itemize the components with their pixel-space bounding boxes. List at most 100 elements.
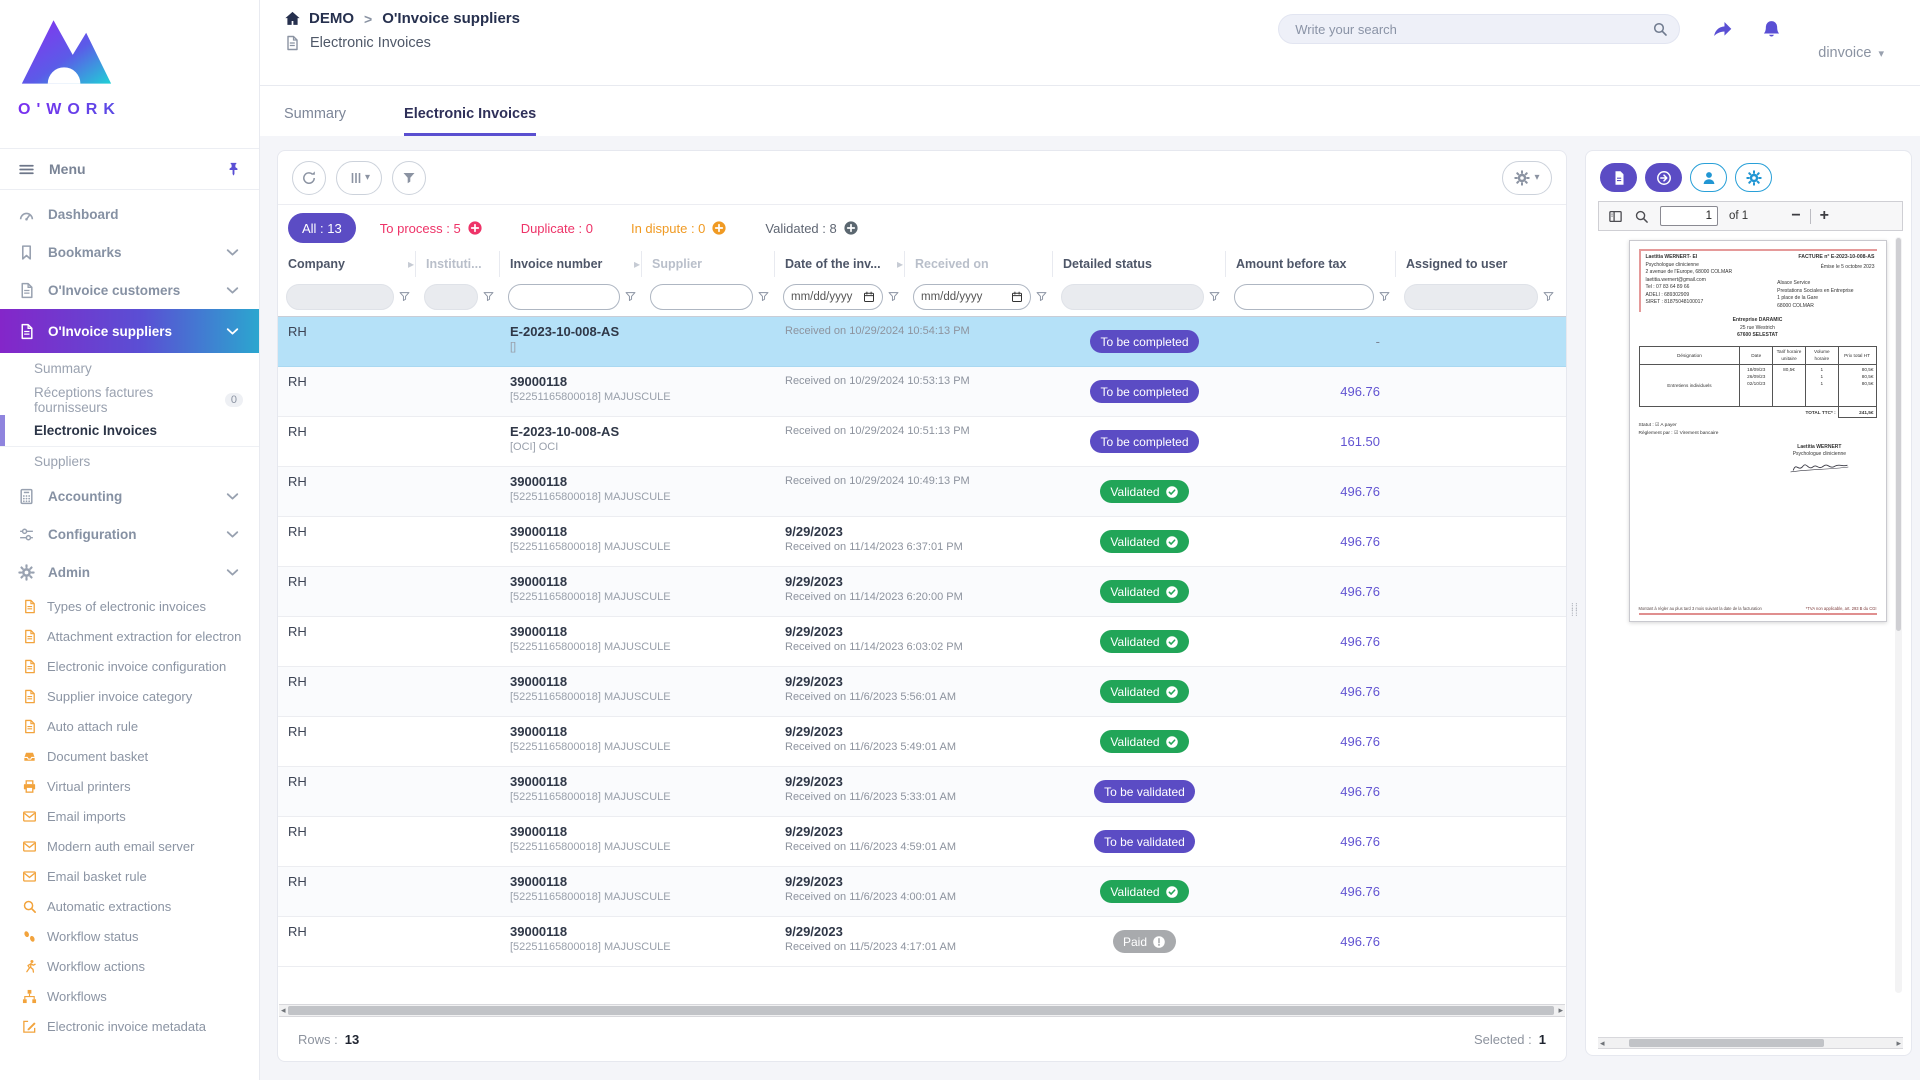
amount-link[interactable]: 496.76	[1340, 534, 1380, 549]
funnel-icon[interactable]	[1542, 290, 1555, 303]
funnel-icon[interactable]	[398, 290, 411, 303]
column-header-instituti[interactable]: Instituti...	[416, 251, 500, 277]
user-menu[interactable]: dinvoice ▾	[1818, 21, 1884, 85]
scrollbar-thumb[interactable]	[1629, 1039, 1824, 1047]
amount-link[interactable]: 496.76	[1340, 734, 1380, 749]
table-row[interactable]: RH39000118[52251165800018] MAJUSCULE9/29…	[278, 567, 1566, 617]
sidebar-admin-item-types-of-electronic-invoices[interactable]: Types of electronic invoices	[0, 591, 259, 621]
table-row[interactable]: RH39000118[52251165800018] MAJUSCULE9/29…	[278, 667, 1566, 717]
sidebar-subitem-suppliers[interactable]: Suppliers	[0, 446, 259, 477]
home-icon[interactable]	[284, 10, 301, 27]
panel-resize-handle[interactable]: ⁞⁞⁞⁞	[1571, 606, 1579, 616]
share-icon[interactable]	[1712, 19, 1733, 40]
table-row[interactable]: RH39000118[52251165800018] MAJUSCULE9/29…	[278, 867, 1566, 917]
page-number-input[interactable]	[1660, 206, 1718, 226]
scroll-left-icon[interactable]: ◂	[1600, 1038, 1605, 1049]
column-header-invoice-number[interactable]: Invoice number▸	[500, 251, 642, 277]
sidebar-item-o-invoice-suppliers[interactable]: O'Invoice suppliers	[0, 309, 259, 353]
amount-link[interactable]: 496.76	[1340, 634, 1380, 649]
amount-link[interactable]: 496.76	[1340, 934, 1380, 949]
sidebar-admin-item-email-basket-rule[interactable]: Email basket rule	[0, 861, 259, 891]
table-row[interactable]: RH39000118[52251165800018] MAJUSCULE9/29…	[278, 917, 1566, 967]
table-row[interactable]: RH39000118[52251165800018] MAJUSCULE9/29…	[278, 717, 1566, 767]
filter-pill-validated[interactable]: Validated : 8	[751, 213, 872, 243]
funnel-icon[interactable]	[887, 290, 900, 303]
assign-user-button[interactable]	[1690, 163, 1727, 192]
table-row[interactable]: RH39000118[52251165800018] MAJUSCULE9/29…	[278, 617, 1566, 667]
scroll-left-icon[interactable]: ◂	[281, 1005, 286, 1016]
sidebar-item-o-invoice-customers[interactable]: O'Invoice customers	[0, 271, 259, 309]
filter-select-assigned-to-user[interactable]	[1404, 284, 1538, 310]
sidebar-admin-item-workflow-status[interactable]: Workflow status	[0, 921, 259, 951]
sidebar-admin-item-virtual-printers[interactable]: Virtual printers	[0, 771, 259, 801]
filter-pill-duplicate[interactable]: Duplicate : 0	[507, 213, 607, 243]
table-row[interactable]: RH39000118[52251165800018] MAJUSCULERece…	[278, 367, 1566, 417]
filter-input-supplier[interactable]	[650, 284, 753, 310]
filter-select-company[interactable]	[286, 284, 394, 310]
column-header-date-of-the-inv[interactable]: Date of the inv...▸	[775, 251, 905, 277]
sidebar-admin-item-electronic-invoice-configuration[interactable]: Electronic invoice configuration	[0, 651, 259, 681]
tab-electronic-invoices[interactable]: Electronic Invoices	[404, 106, 536, 136]
funnel-icon[interactable]	[1378, 290, 1391, 303]
tab-summary[interactable]: Summary	[284, 106, 346, 136]
column-header-received-on[interactable]: Received on	[905, 251, 1053, 277]
refresh-button[interactable]	[292, 161, 326, 195]
amount-link[interactable]: 496.76	[1340, 834, 1380, 849]
sidebar-item-admin[interactable]: Admin	[0, 553, 259, 591]
filter-date-received-on[interactable]: mm/dd/yyyy	[913, 284, 1031, 310]
find-in-document-icon[interactable]	[1634, 209, 1649, 224]
scroll-right-icon[interactable]: ▸	[1896, 1038, 1901, 1049]
sidebar-admin-item-automatic-extractions[interactable]: Automatic extractions	[0, 891, 259, 921]
sidebar-toggle-icon[interactable]	[1608, 209, 1623, 224]
viewer-settings-button[interactable]	[1735, 163, 1772, 192]
column-header-detailed-status[interactable]: Detailed status	[1053, 251, 1226, 277]
breadcrumb-section[interactable]: O'Invoice suppliers	[382, 10, 520, 27]
amount-link[interactable]: 161.50	[1340, 434, 1380, 449]
scrollbar-thumb[interactable]	[288, 1006, 1554, 1015]
open-invoice-button[interactable]	[1645, 163, 1682, 192]
table-horizontal-scrollbar[interactable]: ◂ ▸	[279, 1004, 1565, 1017]
sidebar-item-bookmarks[interactable]: Bookmarks	[0, 233, 259, 271]
filter-pill-all[interactable]: All : 13	[288, 213, 356, 243]
sidebar-subitem-electronic-invoices[interactable]: Electronic Invoices	[0, 415, 259, 446]
column-header-amount-before-tax[interactable]: Amount before tax	[1226, 251, 1396, 277]
sidebar-admin-item-workflow-actions[interactable]: Workflow actions	[0, 951, 259, 981]
sidebar-admin-item-auto-attach-rule[interactable]: Auto attach rule	[0, 711, 259, 741]
filter-select-detailed-status[interactable]	[1061, 284, 1204, 310]
sidebar-admin-item-modern-auth-email-server[interactable]: Modern auth email server	[0, 831, 259, 861]
filter-input-invoice-number[interactable]	[508, 284, 620, 310]
sidebar-admin-item-electronic-invoice-metadata[interactable]: Electronic invoice metadata	[0, 1011, 259, 1041]
bell-icon[interactable]	[1761, 19, 1782, 40]
funnel-icon[interactable]	[1208, 290, 1221, 303]
filter-date-date-of-the-inv[interactable]: mm/dd/yyyy	[783, 284, 883, 310]
logo-link[interactable]: O'WORK	[0, 0, 259, 148]
pdf-vertical-scrollbar[interactable]	[1895, 237, 1902, 993]
table-row[interactable]: RH39000118[52251165800018] MAJUSCULE9/29…	[278, 517, 1566, 567]
pdf-horizontal-scrollbar[interactable]: ◂ ▸	[1598, 1037, 1903, 1049]
pin-sidebar-icon[interactable]	[226, 161, 241, 177]
amount-link[interactable]: 496.76	[1340, 384, 1380, 399]
amount-link[interactable]: 496.76	[1340, 484, 1380, 499]
table-row[interactable]: RHE-2023-10-008-AS[OCI] OCIReceived on 1…	[278, 417, 1566, 467]
table-row[interactable]: RH39000118[52251165800018] MAJUSCULE9/29…	[278, 767, 1566, 817]
download-pdf-button[interactable]	[1600, 163, 1637, 192]
sidebar-admin-item-attachment-extraction-for-electron[interactable]: Attachment extraction for electron	[0, 621, 259, 651]
column-header-assigned-to-user[interactable]: Assigned to user	[1396, 251, 1560, 277]
breadcrumb-home[interactable]: DEMO	[309, 10, 354, 27]
zoom-in-button[interactable]: +	[1820, 208, 1829, 224]
table-settings-button[interactable]: ▾	[1502, 161, 1552, 195]
funnel-icon[interactable]	[482, 290, 495, 303]
sidebar-subitem-r-ceptions-factures-fournisseurs[interactable]: Réceptions factures fournisseurs0	[0, 384, 259, 415]
sidebar-item-accounting[interactable]: Accounting	[0, 477, 259, 515]
zoom-out-button[interactable]: −	[1791, 208, 1800, 224]
sidebar-item-dashboard[interactable]: Dashboard	[0, 195, 259, 233]
sidebar-item-configuration[interactable]: Configuration	[0, 515, 259, 553]
filter-pill-in-dispute[interactable]: In dispute : 0	[617, 213, 741, 243]
search-input[interactable]	[1278, 14, 1680, 44]
sidebar-admin-item-workflows[interactable]: Workflows	[0, 981, 259, 1011]
amount-link[interactable]: 496.76	[1340, 784, 1380, 799]
filter-input-amount-before-tax[interactable]	[1234, 284, 1374, 310]
filter-select-instituti[interactable]	[424, 284, 478, 310]
scroll-right-icon[interactable]: ▸	[1558, 1005, 1563, 1016]
columns-button[interactable]: ▾	[336, 161, 382, 195]
